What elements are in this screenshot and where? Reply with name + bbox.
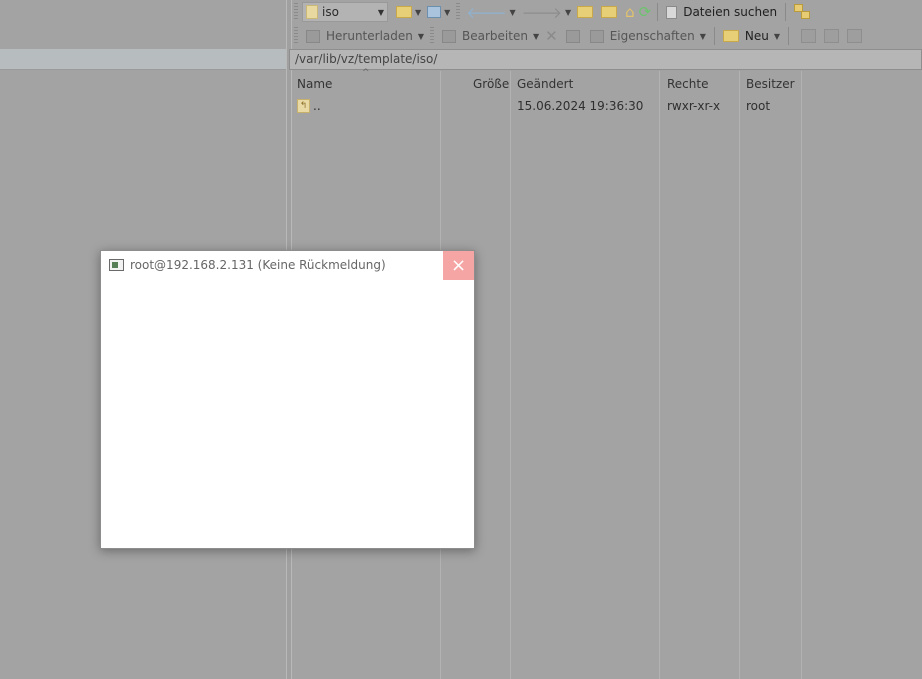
- column-divider[interactable]: [801, 71, 802, 679]
- chevron-down-icon[interactable]: ▼: [375, 8, 387, 17]
- folder-icon: [396, 6, 412, 18]
- delete-icon[interactable]: ✕: [543, 26, 560, 46]
- column-divider[interactable]: [659, 71, 660, 679]
- check-icon[interactable]: [847, 29, 863, 43]
- parent-directory-button[interactable]: [575, 2, 595, 22]
- root-directory-button[interactable]: [599, 2, 619, 22]
- properties-button[interactable]: Eigenschaften: [586, 26, 699, 46]
- chevron-down-icon[interactable]: ▼: [700, 32, 706, 41]
- home-button[interactable]: ⌂: [623, 2, 637, 22]
- edit-button[interactable]: Bearbeiten: [438, 26, 532, 46]
- edit-icon: [442, 29, 457, 43]
- download-icon: [306, 29, 320, 43]
- toolbar-separator: [785, 3, 787, 21]
- close-button[interactable]: ×: [443, 251, 474, 280]
- toolbar-grip[interactable]: [430, 27, 435, 45]
- chevron-down-icon[interactable]: ▼: [565, 8, 571, 17]
- toolbar-primary: iso ▼ ▼ ▼ 🡐 ▼ 🡒 ▼ ⌂ ⟳ Dateien suchen: [292, 0, 922, 24]
- terminal-icon: [109, 259, 124, 271]
- forward-button[interactable]: 🡒: [520, 2, 564, 22]
- toolbar-grip[interactable]: [294, 3, 298, 21]
- location-combo[interactable]: iso ▼: [302, 2, 388, 22]
- column-header-rights[interactable]: Rechte: [667, 77, 708, 91]
- column-header-owner[interactable]: Besitzer: [746, 77, 795, 91]
- open-folder-button[interactable]: [394, 2, 414, 22]
- add-icon[interactable]: [801, 29, 817, 43]
- new-folder-icon: [722, 30, 739, 42]
- column-divider[interactable]: [510, 71, 511, 679]
- back-button[interactable]: 🡐: [464, 2, 508, 22]
- filter-icon: [427, 6, 442, 18]
- properties-icon: [589, 29, 604, 43]
- find-files-button[interactable]: Dateien suchen: [662, 2, 781, 22]
- chevron-down-icon[interactable]: ▼: [510, 8, 516, 17]
- column-divider[interactable]: [739, 71, 740, 679]
- chevron-down-icon[interactable]: ▼: [415, 8, 421, 17]
- toolbar-secondary: Herunterladen ▼ Bearbeiten ▼ ✕ Eigenscha…: [292, 24, 922, 48]
- left-path-bar[interactable]: [0, 49, 286, 70]
- location-combo-value: iso: [322, 5, 339, 19]
- window-title: root@192.168.2.131 (Keine Rückmeldung): [130, 258, 386, 272]
- toolbar-separator: [788, 27, 790, 45]
- new-label: Neu: [744, 29, 769, 43]
- remote-path-bar[interactable]: /var/lib/vz/template/iso/: [289, 49, 922, 70]
- parent-directory-icon: ↰: [297, 99, 310, 113]
- root-folder-icon: [601, 6, 618, 18]
- toolbar-separator: [713, 27, 715, 45]
- terminal-window[interactable]: root@192.168.2.131 (Keine Rückmeldung) ×: [100, 250, 475, 549]
- remove-icon[interactable]: [824, 29, 840, 43]
- file-name-cell[interactable]: ..: [313, 99, 321, 113]
- find-files-label: Dateien suchen: [683, 5, 778, 19]
- new-button[interactable]: Neu: [719, 26, 773, 46]
- properties-label: Eigenschaften: [609, 29, 695, 43]
- parent-folder-icon: [577, 6, 594, 18]
- folder-small-icon: [306, 5, 318, 19]
- column-header-size[interactable]: Größe: [473, 77, 509, 91]
- sort-ascending-icon: ^: [362, 68, 370, 78]
- file-modified-cell: 15.06.2024 19:36:30: [517, 99, 644, 113]
- queue-icon[interactable]: [794, 4, 812, 20]
- rename-button[interactable]: [564, 26, 582, 46]
- download-button[interactable]: Herunterladen: [302, 26, 417, 46]
- toolbar-separator: [657, 3, 659, 21]
- chevron-down-icon[interactable]: ▼: [774, 32, 780, 41]
- toolbar-grip[interactable]: [456, 3, 461, 21]
- file-owner-cell: root: [746, 99, 771, 113]
- chevron-down-icon[interactable]: ▼: [444, 8, 450, 17]
- chevron-down-icon[interactable]: ▼: [418, 32, 424, 41]
- refresh-button[interactable]: ⟳: [637, 2, 654, 22]
- rename-icon: [565, 29, 580, 43]
- download-label: Herunterladen: [326, 29, 413, 43]
- column-header-name[interactable]: Name: [297, 77, 332, 91]
- edit-label: Bearbeiten: [462, 29, 528, 43]
- file-rights-cell: rwxr-xr-x: [667, 99, 721, 113]
- chevron-down-icon[interactable]: ▼: [533, 32, 539, 41]
- column-header-modified[interactable]: Geändert: [517, 77, 573, 91]
- document-icon: [666, 5, 678, 19]
- filter-button[interactable]: [425, 2, 443, 22]
- toolbar-grip[interactable]: [294, 27, 298, 45]
